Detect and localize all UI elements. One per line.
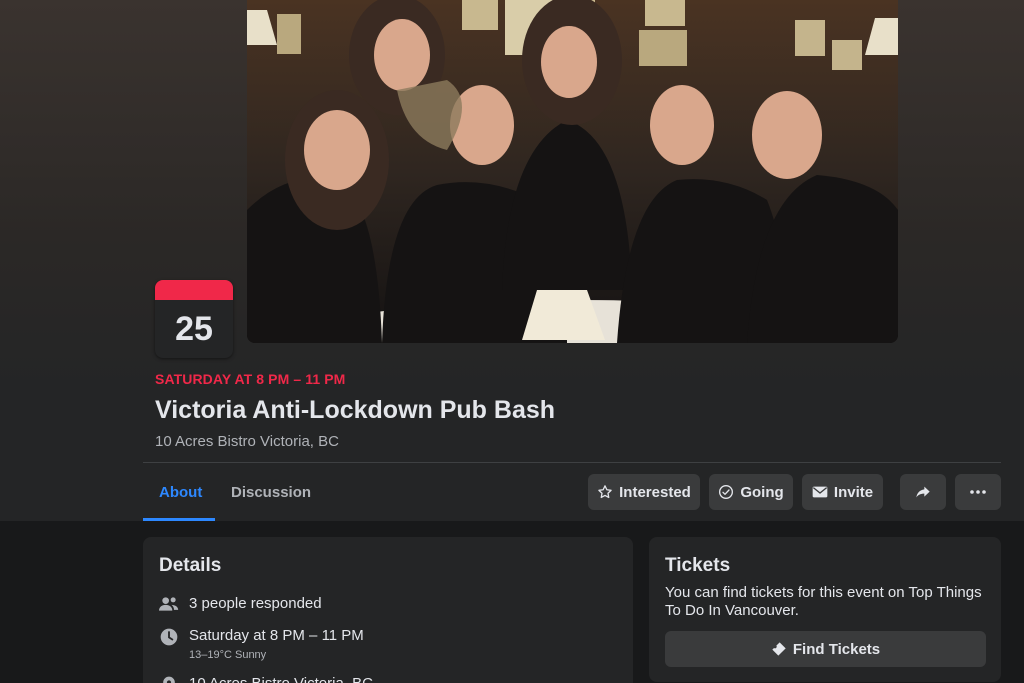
location-text[interactable]: 10 Acres Bistro Victoria, BC [189,675,373,683]
interested-button[interactable]: Interested [588,474,700,510]
tickets-description: You can find tickets for this event on T… [665,584,982,619]
location-row: 10 Acres Bistro Victoria, BC [159,675,373,683]
more-button[interactable] [955,474,1001,510]
check-circle-icon [719,485,734,499]
event-title: Victoria Anti-Lockdown Pub Bash [155,396,556,424]
find-tickets-button[interactable]: Find Tickets [665,631,986,667]
share-icon [916,486,930,498]
people-icon [159,597,179,611]
tickets-card: Tickets You can find tickets for this ev… [649,537,1001,682]
time-row: Saturday at 8 PM – 11 PM 13–19°C Sunny [159,627,364,661]
event-cover-photo [247,0,898,343]
invite-label: Invite [833,483,874,501]
date-card-band [155,280,233,300]
details-title: Details [159,555,222,576]
event-date-day: 25 [175,309,213,348]
responded-row: 3 people responded [159,595,322,613]
event-datetime: SATURDAY AT 8 PM – 11 PM [155,371,346,387]
header-divider [143,462,1001,463]
tab-about[interactable]: About [159,484,202,501]
event-location[interactable]: 10 Acres Bistro Victoria, BC [155,433,339,450]
going-button[interactable]: Going [709,474,793,510]
time-text: Saturday at 8 PM – 11 PM [189,627,364,644]
star-icon [598,485,612,499]
find-tickets-label: Find Tickets [792,640,881,658]
share-button[interactable] [900,474,946,510]
more-icon [970,490,986,494]
clock-icon [160,628,178,646]
tab-discussion[interactable]: Discussion [231,484,311,501]
envelope-icon [812,486,828,498]
invite-button[interactable]: Invite [802,474,883,510]
details-card: Details 3 people responded Saturday at 8… [143,537,633,683]
responded-text[interactable]: 3 people responded [189,595,322,613]
weather-text: 13–19°C Sunny [189,649,267,661]
pin-icon [163,676,175,683]
tickets-title: Tickets [665,555,731,576]
event-date-card: 25 [155,280,233,358]
interested-label: Interested [619,483,691,501]
active-tab-indicator [143,518,215,521]
ticket-icon [772,642,786,656]
going-label: Going [740,483,784,501]
